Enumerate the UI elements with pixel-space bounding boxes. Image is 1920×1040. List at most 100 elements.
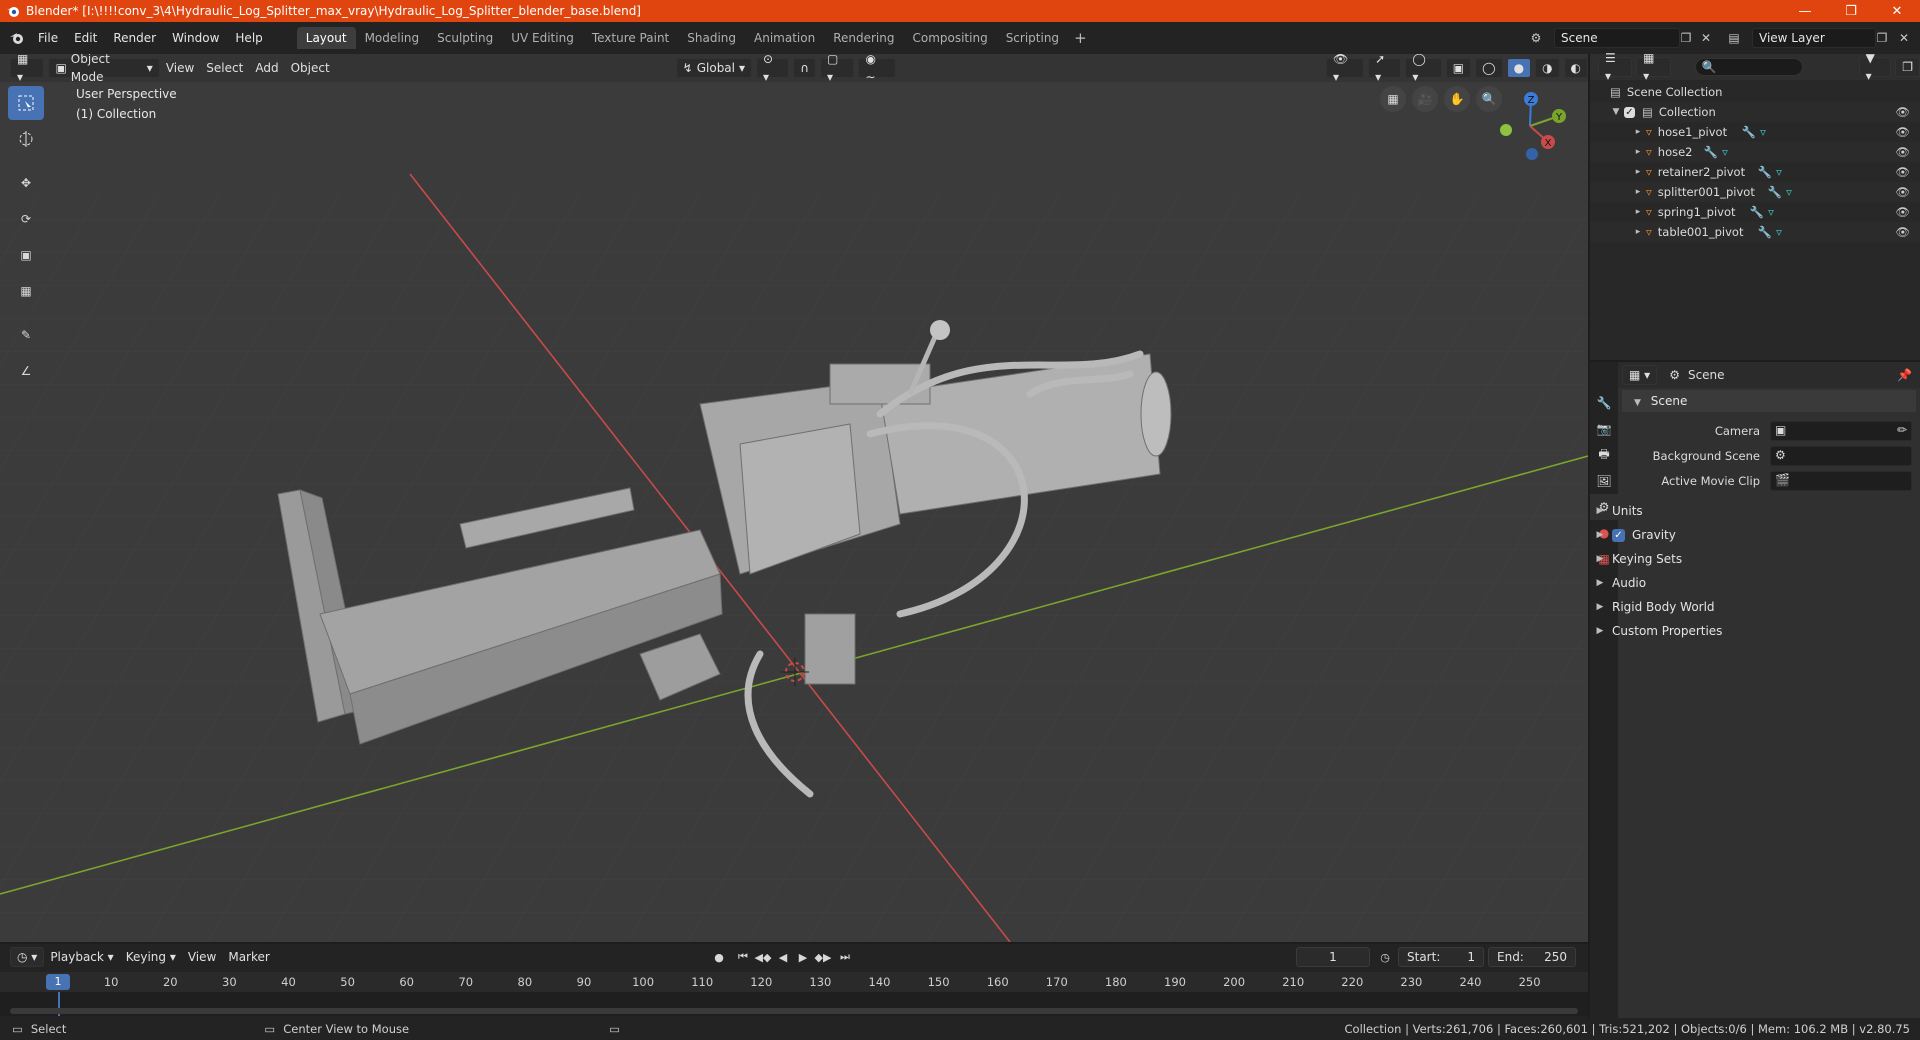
filter-icon[interactable]: ▼ ▾ xyxy=(1858,51,1892,83)
menu-file[interactable]: File xyxy=(30,27,66,49)
new-collection-icon[interactable]: ❐ xyxy=(1895,57,1920,77)
audio-section[interactable]: ▶ Audio xyxy=(1592,572,1912,594)
tab-compositing[interactable]: Compositing xyxy=(903,27,996,49)
tab-modeling[interactable]: Modeling xyxy=(356,27,429,49)
shading-solid-icon[interactable]: ● xyxy=(1506,58,1532,78)
view-layer-selector[interactable]: View Layer xyxy=(1752,28,1876,48)
prev-keyframe-icon[interactable]: ◀◆ xyxy=(754,949,772,965)
proportional-edit-toggle[interactable]: ◉ ∼ xyxy=(858,54,896,84)
tab-rendering[interactable]: Rendering xyxy=(824,27,903,49)
3d-viewport[interactable]: ▦ ▾ ▣ Object Mode ▾ View Select Add Objec… xyxy=(0,54,1588,942)
xray-toggle[interactable]: ▣ xyxy=(1445,58,1472,78)
viewport-menu-view[interactable]: View xyxy=(160,58,200,78)
expand-arrow-icon[interactable]: ▸ xyxy=(1630,127,1646,137)
outliner-item-retainer2-pivot[interactable]: ▸ ▿ retainer2_pivot 🔧 ▿ 👁 xyxy=(1590,162,1920,182)
overlay-toggle[interactable]: ◯ ▾ xyxy=(1405,54,1442,84)
transform-tool[interactable]: ▦ xyxy=(8,274,44,308)
expand-arrow-icon[interactable]: ▸ xyxy=(1630,167,1646,177)
next-keyframe-icon[interactable]: ◆▶ xyxy=(814,949,832,965)
jump-start-icon[interactable]: ⏮ xyxy=(734,949,752,965)
outliner-item-splitter001-pivot[interactable]: ▸ ▿ splitter001_pivot 🔧 ▿ 👁 xyxy=(1590,182,1920,202)
expand-arrow-icon[interactable]: ▸ xyxy=(1630,227,1646,237)
properties-editor-type[interactable]: ▦ ▾ xyxy=(1622,365,1658,385)
collection-row[interactable]: ▼ ✓ ▤ Collection 👁 xyxy=(1590,102,1920,122)
rotate-tool[interactable]: ⟳ xyxy=(8,202,44,236)
shading-rendered-icon[interactable]: ◐ xyxy=(1563,58,1588,78)
active-movie-clip-field[interactable]: 🎬 xyxy=(1770,471,1912,491)
gizmo-toggle[interactable]: ➚ ▾ xyxy=(1368,54,1402,84)
eye-icon[interactable]: 👁 xyxy=(1895,145,1910,159)
tab-texture-paint[interactable]: Texture Paint xyxy=(583,27,678,49)
tab-shading[interactable]: Shading xyxy=(678,27,745,49)
background-scene-field[interactable]: ⚙ xyxy=(1770,446,1912,466)
tab-scripting[interactable]: Scripting xyxy=(997,27,1068,49)
view-layer-tab-icon[interactable]: 🖼 xyxy=(1590,468,1618,494)
pivot-point-button[interactable]: ⊙ ▾ xyxy=(756,54,790,84)
scene-panel-header[interactable]: ▼ Scene xyxy=(1622,390,1916,412)
add-workspace-icon[interactable]: + xyxy=(1068,27,1093,49)
tab-uv-editing[interactable]: UV Editing xyxy=(502,27,583,49)
record-icon[interactable]: ● xyxy=(710,949,728,965)
new-view-layer-icon[interactable]: ❐ xyxy=(1872,28,1892,48)
outliner-search-input[interactable]: 🔍 xyxy=(1694,58,1803,76)
viewport-menu-object[interactable]: Object xyxy=(285,58,336,78)
output-tab-icon[interactable]: 🖶 xyxy=(1590,442,1618,468)
scene-browse-icon[interactable]: ⚙ xyxy=(1526,28,1546,48)
move-tool[interactable]: ✥ xyxy=(8,166,44,200)
keying-sets-section[interactable]: ▶ Keying Sets xyxy=(1592,548,1912,570)
eye-icon[interactable]: 👁 xyxy=(1895,125,1910,139)
timeline-menu-view[interactable]: View xyxy=(182,947,222,967)
tool-settings-tab-icon[interactable]: 🔧 xyxy=(1590,390,1618,416)
tab-animation[interactable]: Animation xyxy=(745,27,824,49)
toggle-grid-view-icon[interactable]: ▦ xyxy=(1380,86,1406,112)
frame-ruler[interactable]: 1 10 20 30 40 50 60 70 80 90 100 110 120 130 140 150 160… xyxy=(0,972,1588,992)
menu-edit[interactable]: Edit xyxy=(66,27,105,49)
pan-view-icon[interactable]: ✋ xyxy=(1444,86,1470,112)
scene-collection-row[interactable]: ▤ Scene Collection xyxy=(1590,82,1920,102)
mode-selector[interactable]: ▣ Object Mode ▾ xyxy=(48,54,160,84)
scene-selector[interactable]: Scene xyxy=(1554,28,1680,48)
axis-orientation-gizmo[interactable]: Z Y X xyxy=(1490,84,1570,164)
blender-menu-icon[interactable] xyxy=(4,26,30,50)
current-frame-field[interactable]: 1 xyxy=(1296,947,1370,967)
expand-arrow-icon[interactable]: ▸ xyxy=(1630,207,1646,217)
render-tab-icon[interactable]: 📷 xyxy=(1590,416,1618,442)
annotate-tool[interactable]: ✎ xyxy=(8,318,44,352)
eye-icon[interactable]: 👁 xyxy=(1895,105,1910,119)
minimize-button[interactable]: — xyxy=(1782,0,1828,22)
eye-icon[interactable]: 👁 xyxy=(1895,185,1910,199)
start-frame-field[interactable]: Start: 1 xyxy=(1398,947,1484,967)
camera-field[interactable]: ▣ ✏ xyxy=(1770,421,1912,441)
viewport-menu-select[interactable]: Select xyxy=(200,58,249,78)
shading-wireframe-icon[interactable]: ◯ xyxy=(1475,58,1503,78)
gravity-checkbox[interactable]: ✓ xyxy=(1612,528,1625,542)
menu-help[interactable]: Help xyxy=(227,27,270,49)
timeline-editor-type[interactable]: ◷ ▾ xyxy=(10,947,45,967)
jump-end-icon[interactable]: ⏭ xyxy=(836,949,854,965)
outliner-item-spring1-pivot[interactable]: ▸ ▿ spring1_pivot 🔧 ▿ 👁 xyxy=(1590,202,1920,222)
end-frame-field[interactable]: End: 250 xyxy=(1488,947,1576,967)
scale-tool[interactable]: ▣ xyxy=(8,238,44,272)
timeline-scrollbar[interactable] xyxy=(10,1008,1578,1014)
gravity-section[interactable]: ▶ ✓ Gravity xyxy=(1592,524,1912,546)
delete-view-layer-icon[interactable]: ✕ xyxy=(1894,28,1914,48)
timeline-menu-keying[interactable]: Keying ▾ xyxy=(120,947,182,967)
timeline-track-area[interactable] xyxy=(0,992,1588,1016)
collection-checkbox[interactable]: ✓ xyxy=(1624,106,1635,118)
close-window-button[interactable]: ✕ xyxy=(1874,0,1920,22)
camera-view-icon[interactable]: 🎥 xyxy=(1412,86,1438,112)
viewport-menu-add[interactable]: Add xyxy=(249,58,284,78)
units-section[interactable]: ▶ Units xyxy=(1592,500,1912,522)
eyedropper-icon[interactable]: ✏ xyxy=(1897,423,1907,437)
eye-icon[interactable]: 👁 xyxy=(1895,165,1910,179)
outliner-item-hose1-pivot[interactable]: ▸ ▿ hose1_pivot 🔧 ▿ 👁 xyxy=(1590,122,1920,142)
eye-icon[interactable]: 👁 xyxy=(1895,205,1910,219)
outliner-item-table001-pivot[interactable]: ▸ ▿ table001_pivot 🔧 ▿ 👁 xyxy=(1590,222,1920,242)
custom-properties-section[interactable]: ▶ Custom Properties xyxy=(1592,620,1912,642)
editor-type-button[interactable]: ▦ ▾ xyxy=(10,54,45,84)
rigid-body-world-section[interactable]: ▶ Rigid Body World xyxy=(1592,596,1912,618)
tab-layout[interactable]: Layout xyxy=(296,27,356,49)
shading-material-icon[interactable]: ◑ xyxy=(1535,58,1560,78)
select-box-tool[interactable] xyxy=(8,86,44,120)
restore-button[interactable]: ❐ xyxy=(1828,0,1874,22)
